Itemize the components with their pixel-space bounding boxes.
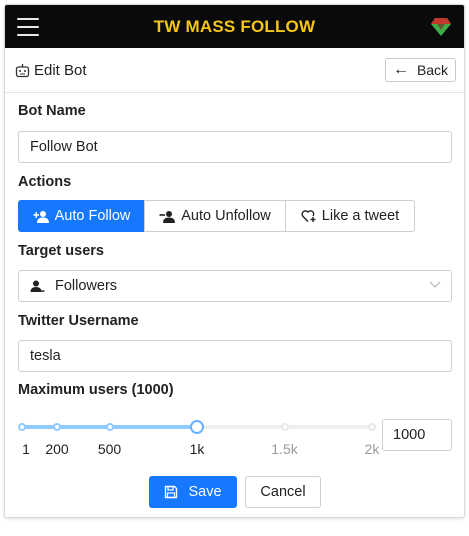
action-auto-unfollow[interactable]: Auto Unfollow (144, 200, 286, 232)
max-users-label: Maximum users (1000) (18, 382, 174, 398)
bot-editor-card: TW MASS FOLLOW Edit Bot ← Back Bot Name … (4, 4, 465, 518)
save-button[interactable]: Save (149, 476, 237, 508)
slider-handle[interactable] (190, 420, 204, 434)
bot-name-label: Bot Name (18, 103, 86, 119)
action-auto-follow-label: Auto Follow (54, 208, 131, 224)
user-remove-icon (159, 210, 176, 223)
app-title: TW MASS FOLLOW (153, 17, 316, 36)
cancel-button[interactable]: Cancel (245, 476, 321, 508)
target-users-label: Target users (18, 243, 104, 259)
slider-mark-label: 1k (189, 441, 205, 457)
action-auto-follow[interactable]: Auto Follow (18, 200, 145, 232)
app-logo-icon (431, 18, 451, 36)
slider-mark-label: 1.5k (271, 441, 298, 457)
action-like-tweet-label: Like a tweet (321, 208, 400, 224)
bot-name-input[interactable]: Follow Bot (18, 131, 452, 163)
twitter-username-input[interactable]: tesla (18, 340, 452, 372)
page-title: Edit Bot (34, 62, 87, 79)
twitter-username-label: Twitter Username (18, 313, 139, 329)
slider-dot (105, 423, 114, 431)
slider-mark-label: 500 (97, 441, 122, 457)
action-auto-unfollow-label: Auto Unfollow (181, 208, 271, 224)
max-users-slider[interactable]: 1 200 500 1k 1.5k 2k (18, 418, 379, 457)
user-add-icon (33, 210, 49, 223)
slider-mark-label: 1 (22, 441, 30, 457)
robot-icon (15, 64, 30, 78)
actions-label: Actions (18, 174, 72, 190)
arrow-left-icon: ← (392, 61, 409, 78)
actions-segmented-control: Auto Follow Auto Unfollow Like a tweet (18, 200, 415, 232)
slider-dot (368, 423, 376, 431)
max-users-number-input[interactable]: 1000 (382, 419, 452, 451)
action-like-tweet[interactable]: Like a tweet (285, 200, 415, 232)
slider-dot (18, 423, 27, 431)
app-topbar: TW MASS FOLLOW (5, 5, 464, 48)
slider-dot (280, 423, 289, 431)
save-button-label: Save (188, 484, 222, 500)
slider-dot (53, 423, 61, 431)
back-button[interactable]: ← Back (385, 58, 456, 82)
page-header: Edit Bot ← Back (5, 48, 464, 93)
slider-mark-label: 200 (45, 441, 69, 457)
save-icon (165, 485, 178, 499)
target-users-value: Followers (55, 278, 118, 294)
slider-mark-label: 2k (364, 441, 380, 457)
chevron-down-icon (429, 281, 441, 288)
user-icon (30, 280, 45, 292)
target-users-select[interactable]: Followers (18, 270, 452, 302)
heart-plus-icon (301, 210, 316, 222)
back-button-label: Back (416, 62, 449, 78)
